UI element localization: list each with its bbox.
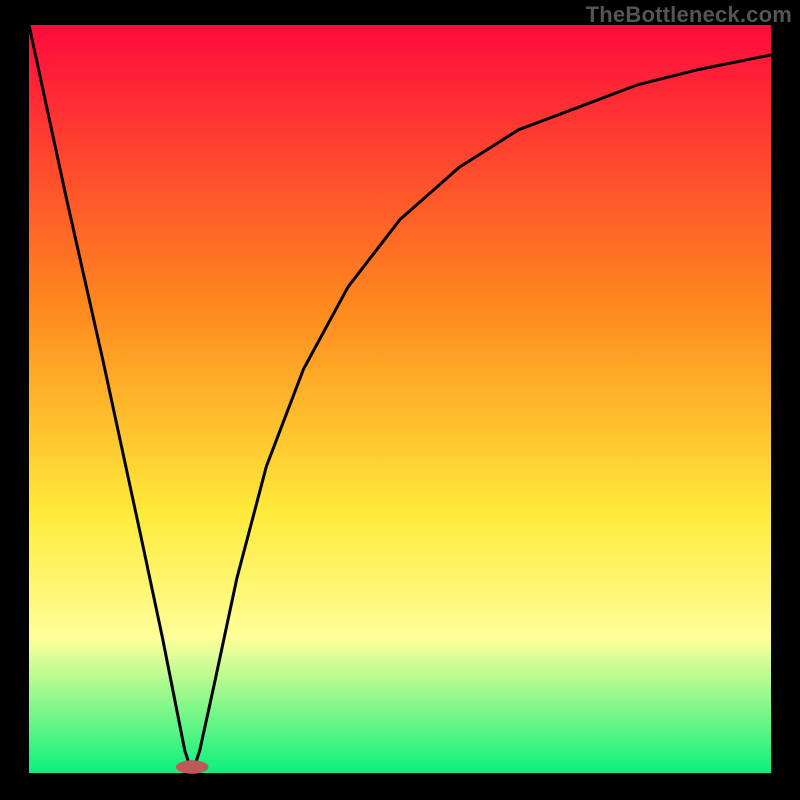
chart-container: { "watermark": "TheBottleneck.com", "col… <box>0 0 800 800</box>
chart-svg <box>0 0 800 800</box>
optimal-marker <box>176 760 209 773</box>
plot-area <box>29 25 771 773</box>
